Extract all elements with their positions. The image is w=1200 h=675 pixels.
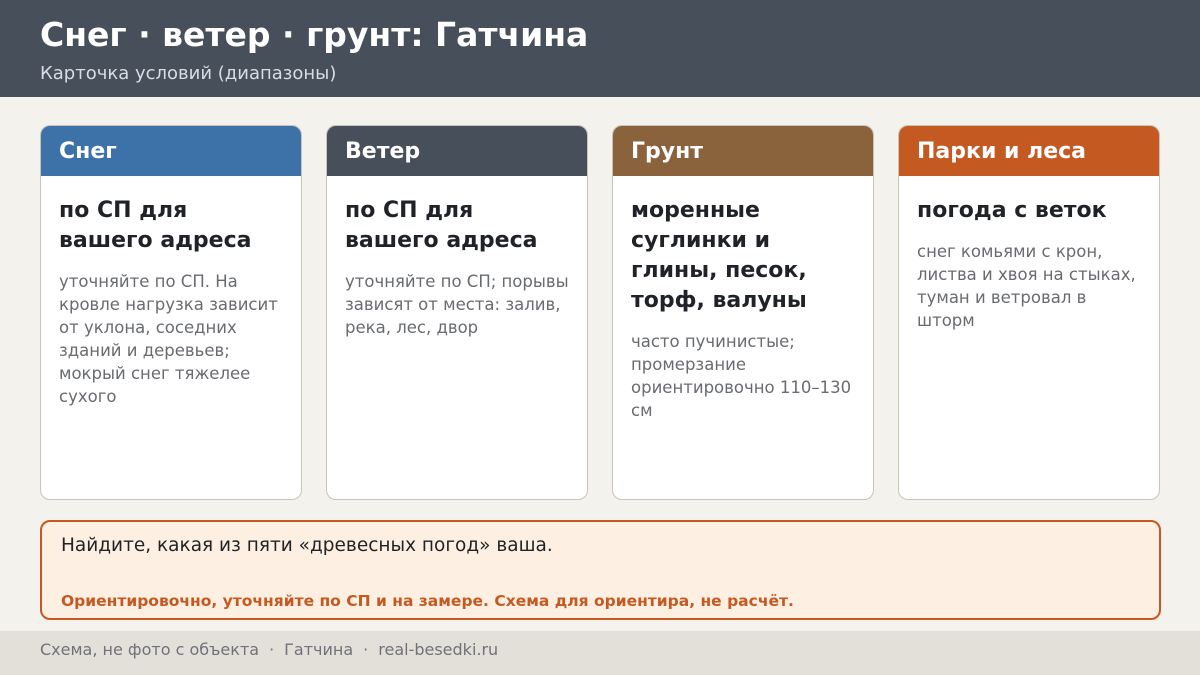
footer-disclaimer: Схема, не фото с объекта — [40, 640, 260, 659]
card-parks-header: Парки и леса — [899, 126, 1159, 176]
card-snow-main: по СП для вашего адреса — [59, 198, 252, 253]
card-soil-note: часто пучинистые; промерзание ориентиров… — [631, 332, 852, 420]
page-subtitle: Карточка условий (диапазоны) — [40, 63, 337, 84]
footer-separator: · — [269, 640, 275, 659]
card-parks-note: снег комьями с крон, листва и хвоя на ст… — [917, 242, 1136, 330]
card-wind: Ветер по СП для вашего адреса уточняйте … — [326, 125, 588, 500]
footer-separator: · — [363, 640, 369, 659]
card-parks: Парки и леса погода с веток снег комьями… — [898, 125, 1160, 500]
notice-box: Найдите, какая из пяти «древесных погод»… — [40, 520, 1161, 620]
card-snow: Снег по СП для вашего адреса уточняйте п… — [40, 125, 302, 500]
card-parks-main: погода с веток — [917, 198, 1107, 223]
notice-main-text: Найдите, какая из пяти «древесных погод»… — [61, 535, 553, 556]
notice-warning-text: Ориентировочно, уточняйте по СП и на зам… — [61, 592, 794, 610]
footer-site-link[interactable]: real-besedki.ru — [378, 640, 498, 659]
card-snow-note: уточняйте по СП. На кровле нагрузка зави… — [59, 272, 278, 406]
card-snow-header: Снег — [41, 126, 301, 176]
card-wind-note: уточняйте по СП; порывы зависят от места… — [345, 272, 569, 337]
card-wind-main: по СП для вашего адреса — [345, 198, 538, 253]
page-title: Снег · ветер · грунт: Гатчина — [40, 15, 589, 54]
card-soil-header: Грунт — [613, 126, 873, 176]
footer: Схема, не фото с объекта · Гатчина · real-be… — [0, 631, 1200, 675]
card-wind-header: Ветер — [327, 126, 587, 176]
header: Снег · ветер · грунт: Гатчина Карточка у… — [0, 0, 1200, 97]
card-soil: Грунт моренные суглинки и глины, песок, … — [612, 125, 874, 500]
footer-city: Гатчина — [284, 640, 354, 659]
card-soil-main: моренные суглинки и глины, песок, торф, … — [631, 198, 807, 313]
conditions-cards: Снег по СП для вашего адреса уточняйте п… — [40, 125, 1161, 500]
footer-text: Схема, не фото с объекта · Гатчина · real-be… — [40, 640, 498, 659]
